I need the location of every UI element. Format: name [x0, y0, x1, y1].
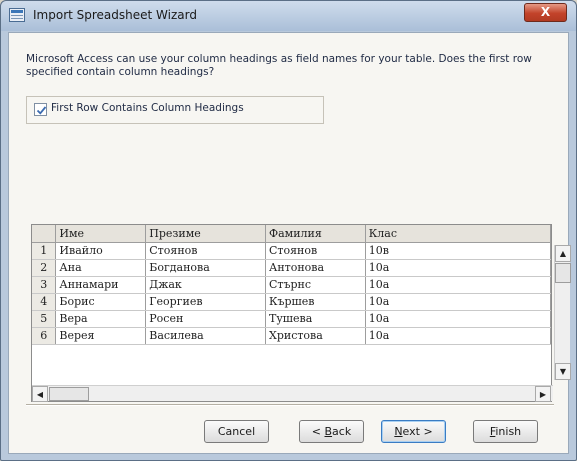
table-cell: Верея — [55, 327, 147, 345]
column-header[interactable]: Презиме — [145, 225, 266, 243]
cancel-button[interactable]: Cancel — [204, 420, 269, 443]
table-row: 6 Верея Василева Христова 10а — [32, 327, 552, 345]
table-cell: Христова — [265, 327, 366, 345]
cancel-label: Cancel — [217, 425, 256, 438]
table-cell: Вера — [55, 310, 147, 328]
table-cell: Джак — [145, 276, 266, 294]
title-bar[interactable]: Import Spreadsheet Wizard X — [1, 1, 576, 31]
table-cell: Стоянов — [145, 242, 266, 260]
table-cell: Борис — [55, 293, 147, 311]
table-cell: 10а — [365, 327, 552, 345]
horizontal-scrollbar[interactable]: ◀ ▶ — [32, 385, 553, 402]
table-row: 4 Борис Георгиев Кършев 10а — [32, 293, 552, 311]
table-row: 1 Ивайло Стоянов Стоянов 10в — [32, 242, 552, 260]
row-number-header — [32, 225, 57, 243]
table-row: 2 Ана Богданова Антонова 10а — [32, 259, 552, 277]
table-cell: Антонова — [265, 259, 366, 277]
row-number: 6 — [32, 327, 57, 345]
table-cell: Росен — [145, 310, 266, 328]
back-mnemonic: B — [324, 425, 333, 438]
first-row-headings-checkbox[interactable] — [34, 103, 47, 116]
window-title: Import Spreadsheet Wizard — [33, 8, 197, 22]
table-cell: Василева — [145, 327, 266, 345]
wizard-body: Microsoft Access can use your column hea… — [8, 32, 571, 454]
header-row: Име Презиме Фамилия Клас — [32, 225, 552, 243]
scroll-up-icon[interactable]: ▲ — [555, 245, 571, 262]
wizard-description: Microsoft Access can use your column hea… — [26, 53, 532, 78]
table-cell: Стърнс — [265, 276, 366, 294]
row-number: 4 — [32, 293, 57, 311]
scroll-down-icon[interactable]: ▼ — [555, 363, 571, 380]
table-cell: 10а — [365, 259, 552, 277]
back-prefix: < — [311, 425, 325, 438]
first-row-headings-label[interactable]: First Row Contains Column Headings — [51, 102, 244, 114]
table-cell: 10а — [365, 293, 552, 311]
table-cell: Кършев — [265, 293, 366, 311]
scroll-left-icon[interactable]: ◀ — [32, 386, 48, 402]
table-cell: Аннамари — [55, 276, 147, 294]
table-cell: Георгиев — [145, 293, 266, 311]
vertical-scroll-thumb[interactable] — [555, 263, 571, 283]
table-cell: 10а — [365, 276, 552, 294]
table-row: 3 Аннамари Джак Стърнс 10а — [32, 276, 552, 294]
import-spreadsheet-wizard-window: Import Spreadsheet Wizard X Microsoft Ac… — [0, 0, 577, 461]
column-header[interactable]: Фамилия — [265, 225, 366, 243]
table-cell: Ана — [55, 259, 147, 277]
spreadsheet-icon — [9, 8, 25, 22]
back-label: ack — [332, 425, 352, 438]
table-cell: Тушева — [265, 310, 366, 328]
row-number: 3 — [32, 276, 57, 294]
row-number: 2 — [32, 259, 57, 277]
back-button[interactable]: < Back — [299, 420, 364, 443]
scroll-right-icon[interactable]: ▶ — [535, 386, 551, 402]
separator — [26, 404, 554, 406]
checkmark-icon — [36, 106, 47, 115]
column-header[interactable]: Име — [55, 225, 147, 243]
horizontal-scroll-thumb[interactable] — [49, 387, 89, 401]
preview-table: Име Презиме Фамилия Клас 1 Ивайло Стояно… — [32, 225, 552, 345]
vertical-scrollbar[interactable]: ▲ ▼ — [554, 245, 571, 380]
row-number: 1 — [32, 242, 57, 260]
finish-label: inish — [495, 425, 522, 438]
finish-button[interactable]: Finish — [473, 420, 538, 443]
table-cell: 10в — [365, 242, 552, 260]
table-cell: Богданова — [145, 259, 266, 277]
table-cell: 10а — [365, 310, 552, 328]
next-button[interactable]: Next > — [381, 420, 446, 443]
row-number: 5 — [32, 310, 57, 328]
data-preview-grid[interactable]: Име Презиме Фамилия Клас 1 Ивайло Стояно… — [31, 224, 571, 402]
table-cell: Ивайло — [55, 242, 147, 260]
table-cell: Стоянов — [265, 242, 366, 260]
next-mnemonic: N — [394, 425, 403, 438]
table-row: 5 Вера Росен Тушева 10а — [32, 310, 552, 328]
close-button[interactable]: X — [524, 3, 567, 22]
column-header[interactable]: Клас — [365, 225, 552, 243]
next-label: ext > — [402, 425, 433, 438]
